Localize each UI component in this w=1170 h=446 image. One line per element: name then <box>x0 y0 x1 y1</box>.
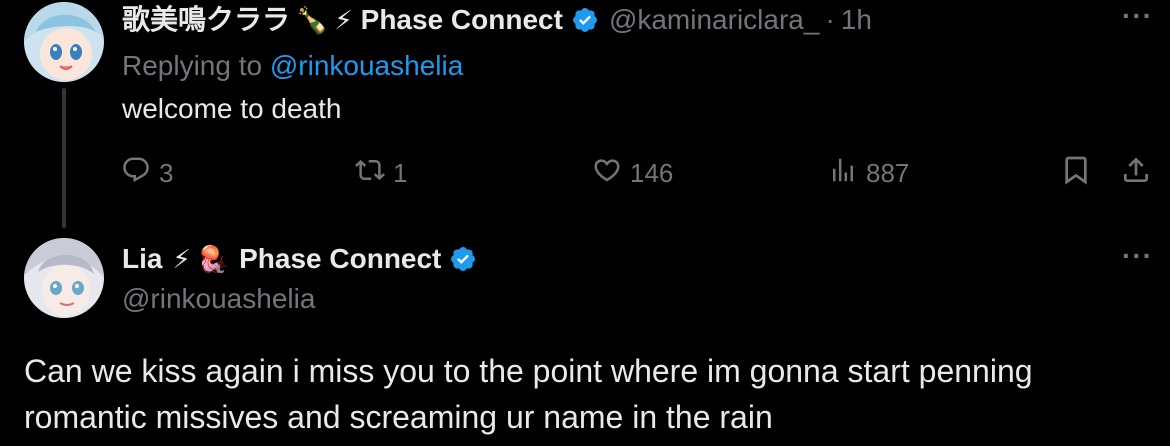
lightning-emoji: ⚡ <box>172 244 191 274</box>
reply-tweet-header: 歌美鳴クララ 🍾 ⚡ Phase Connect @kaminariclara_… <box>122 2 872 38</box>
views-count: 887 <box>866 157 910 188</box>
main-tweet-header: Lia ⚡ 🪼 Phase Connect <box>122 241 477 277</box>
tweet-actions-bar: 3 1 146 887 <box>0 150 1170 196</box>
avatar-rinkouashelia[interactable] <box>24 238 104 318</box>
bookmark-icon <box>1060 154 1092 193</box>
verified-badge-icon[interactable] <box>449 245 477 273</box>
reply-handle[interactable]: @kaminariclara_ <box>609 2 820 38</box>
retweet-button[interactable]: 1 <box>355 150 407 196</box>
champagne-emoji: 🍾 <box>296 5 329 35</box>
replying-prefix: Replying to <box>122 50 270 81</box>
more-options-button[interactable]: ··· <box>1122 242 1153 270</box>
views-button[interactable]: 887 <box>828 150 909 196</box>
reply-display-name[interactable]: 歌美鳴クララ <box>122 2 290 38</box>
retweet-count: 1 <box>393 157 408 188</box>
main-handle[interactable]: @rinkouashelia <box>122 281 315 317</box>
share-button[interactable] <box>1120 150 1152 196</box>
bookmark-button[interactable] <box>1060 150 1092 196</box>
reply-icon <box>121 155 151 192</box>
separator-dot: · <box>825 4 835 35</box>
reply-affiliation[interactable]: Phase Connect <box>361 2 563 38</box>
more-options-button[interactable]: ··· <box>1122 2 1153 30</box>
tweet-thread: 歌美鳴クララ 🍾 ⚡ Phase Connect @kaminariclara_… <box>0 0 1170 446</box>
like-count: 146 <box>630 157 674 188</box>
like-button[interactable]: 146 <box>592 150 673 196</box>
lightning-emoji: ⚡ <box>334 5 353 35</box>
verified-badge-icon[interactable] <box>571 6 599 34</box>
retweet-icon <box>355 155 385 192</box>
main-affiliation[interactable]: Phase Connect <box>239 241 441 277</box>
main-display-name[interactable]: Lia <box>122 241 162 277</box>
reply-timestamp[interactable]: 1h <box>841 2 872 38</box>
reply-button[interactable]: 3 <box>121 150 173 196</box>
reply-tweet-text: welcome to death <box>122 93 342 124</box>
reply-count: 3 <box>159 157 174 188</box>
avatar-kaminariclara[interactable] <box>24 2 104 82</box>
views-icon <box>828 155 858 192</box>
heart-icon <box>592 155 622 192</box>
share-icon <box>1120 154 1152 193</box>
main-tweet-text: Can we kiss again i miss you to the poin… <box>24 353 1033 435</box>
replying-to-mention[interactable]: @rinkouashelia <box>270 50 463 81</box>
jellyfish-emoji: 🪼 <box>196 244 230 274</box>
replying-to-line: Replying to @rinkouashelia <box>122 48 463 84</box>
